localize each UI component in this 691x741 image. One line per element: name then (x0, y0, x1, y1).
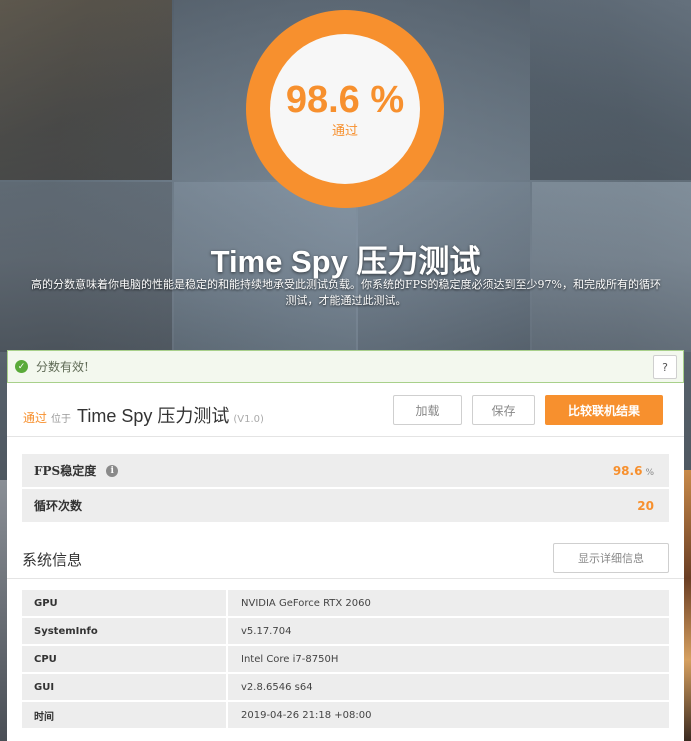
system-info-row-cpu: CPU Intel Core i7-8750H (22, 646, 669, 672)
system-info-key: 时间 (22, 702, 228, 728)
result-header: 通过 位于 Time Spy 压力测试 (V1.0) (23, 402, 264, 428)
compare-online-button[interactable]: 比较联机结果 (545, 395, 663, 425)
system-info-row-time: 时间 2019-04-26 21:18 +08:00 (22, 702, 669, 728)
score-ring: 98.6 % 通过 (246, 10, 444, 208)
help-button[interactable]: ? (653, 355, 677, 379)
load-button[interactable]: 加载 (393, 395, 462, 425)
system-info-value: v2.8.6546 s64 (241, 681, 313, 693)
info-icon[interactable]: i (106, 464, 119, 477)
fps-stability-value: 98.6% (613, 464, 654, 478)
score-status: 通过 (331, 123, 358, 139)
show-details-button[interactable]: 显示详细信息 (553, 543, 669, 573)
save-button[interactable]: 保存 (472, 395, 535, 425)
fps-stability-number: 98.6 (612, 463, 643, 478)
system-info-row-systeminfo: SystemInfo v5.17.704 (22, 618, 669, 644)
system-info-value: 2019-04-26 21:18 +08:00 (241, 709, 372, 721)
results-panel: 通过 位于 Time Spy 压力测试 (V1.0) 加载 保存 比较联机结果 … (7, 383, 684, 741)
result-status: 通过 (23, 411, 48, 425)
metric-row-loops: 循环次数 20 (22, 489, 669, 522)
valid-score-text: 分数有效! (36, 360, 89, 374)
background-scene-image (530, 0, 691, 180)
system-info-value: NVIDIA GeForce RTX 2060 (241, 597, 371, 609)
loops-value: 20 (637, 498, 654, 513)
system-info-value: v5.17.704 (241, 625, 292, 637)
divider (7, 578, 684, 579)
system-info-key: SystemInfo (22, 618, 228, 644)
system-info-key: GPU (22, 590, 228, 616)
divider (7, 436, 684, 437)
system-info-key: GUI (22, 674, 228, 700)
result-located-label: 位于 (51, 414, 72, 425)
score-circle: 98.6 % 通过 (270, 34, 420, 184)
check-icon: ✓ (15, 360, 28, 373)
system-info-title: 系统信息 (22, 551, 83, 569)
hero-title: Time Spy 压力测试 (210, 244, 481, 279)
loops-label: 循环次数 (34, 499, 83, 513)
system-info-key: CPU (22, 646, 228, 672)
background-scene-image (0, 0, 172, 180)
result-test-name: Time Spy 压力测试 (77, 406, 230, 426)
fps-stability-label: FPS稳定度 (34, 464, 97, 478)
system-info-row-gui: GUI v2.8.6546 s64 (22, 674, 669, 700)
valid-score-banner: ✓ 分数有效! ? (7, 350, 684, 383)
fps-stability-unit: % (645, 467, 654, 478)
system-info-row-gpu: GPU NVIDIA GeForce RTX 2060 (22, 590, 669, 616)
system-info-value: Intel Core i7-8750H (241, 653, 339, 665)
hero-description: 高的分数意味着你电脑的性能是稳定的和能持续地承受此测试负载。你系统的FPS的稳定… (30, 278, 661, 307)
metric-row-fps-stability: FPS稳定度 i 98.6% (22, 454, 669, 487)
result-version: (V1.0) (233, 414, 264, 425)
score-value: 98.6 % (285, 78, 405, 121)
